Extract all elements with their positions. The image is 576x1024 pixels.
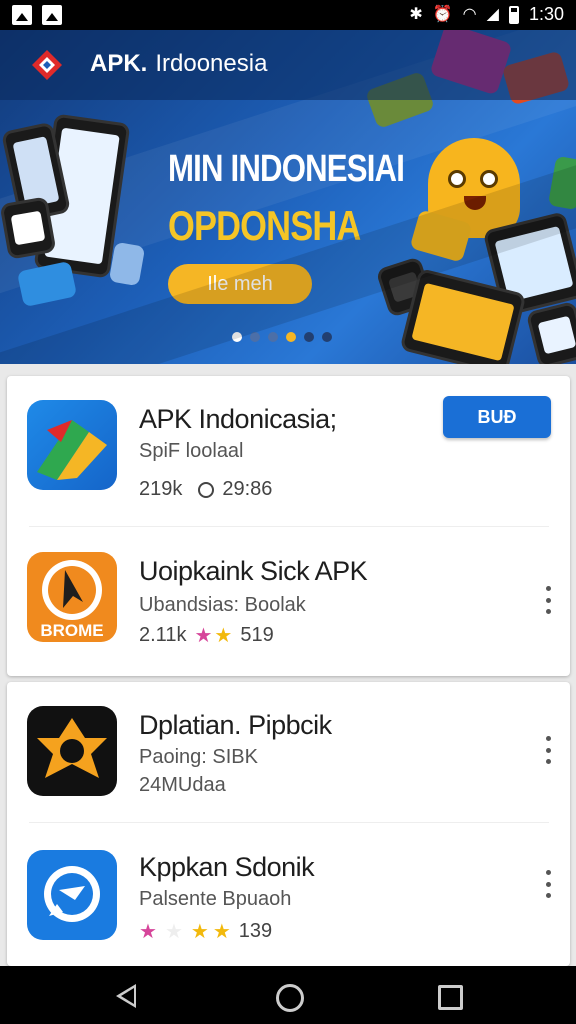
recent-apps-icon[interactable] [438,985,463,1010]
carousel-dot[interactable] [268,332,278,342]
app-subtitle: Paoing: SIBK [139,746,258,768]
icon-caption: BROME [40,621,103,640]
app-list-item[interactable]: Kppkan Sdonik Palsente Bpuaoh ★ ★ ★ ★ 13… [7,824,570,964]
status-time: 1:30 [528,4,564,24]
star-icon: ★ [139,920,157,943]
star-icon: ★ [194,624,213,647]
battery-icon [508,5,519,24]
app-list-card: APK Indonicasia; SpiF loolaal 219k 29:86… [7,376,570,676]
app-subtitle: SpiF loolaal [139,440,244,462]
banner-headline: MIN INDONESIAI [168,148,405,190]
app-brand: APK. [90,50,148,77]
banner-subheadline: OPDONSHA [168,202,361,249]
app-list-item[interactable]: APK Indonicasia; SpiF loolaal 219k 29:86… [7,376,570,516]
carousel-dot[interactable] [286,332,296,342]
card-illustration [547,155,576,211]
app-meta: ★ ★ ★ ★ 139 [139,920,272,943]
wifi-icon: ◠ [462,5,477,23]
app-list-item[interactable]: Dplatian. Pipbcik Paoing: SIBK 24MUdaa [7,682,570,822]
bluetooth-icon: ✱ [409,5,423,23]
overflow-menu-icon[interactable] [542,870,554,898]
app-subtitle: Ubandsias: Boolak [139,594,306,616]
overflow-menu-icon[interactable] [542,736,554,764]
app-icon [27,706,117,796]
promo-banner[interactable]: APK. Irdoonesia MIN INDONESIAI OPDONSHA I… [0,30,576,364]
card-illustration [409,209,473,263]
carousel-dot[interactable] [304,332,314,342]
app-list-card: Dplatian. Pipbcik Paoing: SIBK 24MUdaa K… [7,682,570,966]
divider [29,526,549,527]
carousel-dot[interactable] [250,332,260,342]
app-meta: 219k 29:86 [139,478,272,501]
app-bar: APK. Irdoonesia [0,30,576,100]
app-name: APK Indonicasia; [139,404,337,434]
navigation-bar [0,966,576,1024]
app-icon: BROME [27,552,117,642]
phone-illustration [0,196,57,260]
app-name: Kppkan Sdonik [139,852,315,882]
back-icon[interactable] [116,984,136,1008]
app-subtitle: Palsente Bpuaoh [139,888,292,910]
app-country: Irdoonesia [155,50,268,77]
comment-count: 29:86 [222,478,273,500]
overflow-menu-icon[interactable] [542,586,554,614]
carousel-indicator[interactable] [232,332,332,342]
app-icon [27,850,117,940]
android-mascot-illustration [428,138,520,238]
status-bar: ✱ ⏰ ◠ ◢ 1:30 [0,0,576,30]
rating-count: 519 [240,624,274,646]
apk-logo-icon [32,50,62,80]
rating-count: 139 [238,920,273,942]
image-notification-icon [12,5,32,25]
card-illustration [108,241,146,287]
divider [29,822,549,823]
phone-illustration [525,300,576,364]
app-title: APK. Irdoonesia [90,50,267,78]
app-icon [27,400,117,490]
buy-button[interactable]: BUÐ [443,396,551,438]
carousel-dot[interactable] [322,332,332,342]
app-name: Dplatian. Pipbcik [139,710,332,740]
download-count: 2.11k [139,624,187,646]
gallery-notification-icon [42,5,62,25]
star-icon: ★ [212,920,231,943]
app-meta: 2.11k ★ ★ 519 [139,624,274,647]
comment-icon [198,481,215,498]
star-icon: ★ [164,920,183,943]
app-name: Uoipkaink Sick APK [139,556,368,586]
alarm-icon: ⏰ [432,5,453,23]
star-icon: ★ [214,624,233,647]
carousel-dot[interactable] [232,332,242,342]
home-icon[interactable] [276,984,304,1012]
card-illustration [16,260,78,308]
signal-icon: ◢ [486,5,499,23]
app-meta: 24MUdaa [139,774,226,796]
star-icon: ★ [190,920,209,943]
download-count: 219k [139,478,183,500]
app-list-item[interactable]: BROME Uoipkaink Sick APK Ubandsias: Bool… [7,528,570,668]
banner-cta-button[interactable]: Ile meh [168,264,312,304]
